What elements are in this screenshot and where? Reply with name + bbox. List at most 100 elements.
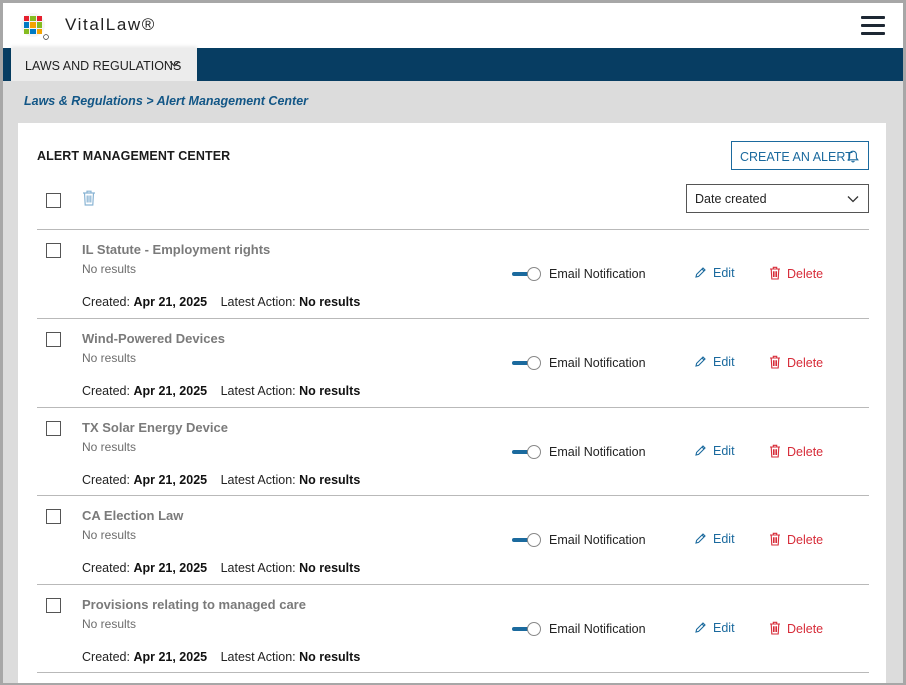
email-notification-label: Email Notification <box>549 356 646 370</box>
alert-meta: Created: Apr 21, 2025 Latest Action: No … <box>82 384 360 398</box>
edit-label: Edit <box>713 444 735 458</box>
latest-action-label: Latest Action: <box>220 384 296 398</box>
delete-label: Delete <box>787 622 824 636</box>
delete-label: Delete <box>787 267 824 281</box>
alert-row: IL Statute - Employment rights No result… <box>18 230 886 318</box>
email-notification-label: Email Notification <box>549 267 646 281</box>
pencil-icon <box>695 445 706 456</box>
pencil-icon <box>695 533 706 544</box>
email-notification-toggle[interactable] <box>512 266 542 282</box>
alert-management-card: ALERT MANAGEMENT CENTER CREATE AN ALERT … <box>18 123 886 683</box>
edit-alert-link[interactable]: Edit <box>694 355 735 369</box>
pencil-icon <box>695 267 706 278</box>
pencil-icon <box>695 356 706 367</box>
trash-icon <box>770 444 780 458</box>
delete-alert-link[interactable]: Delete <box>769 266 823 281</box>
create-alert-button[interactable]: CREATE AN ALERT <box>731 141 869 170</box>
edit-label: Edit <box>713 266 735 280</box>
alert-status: No results <box>82 528 137 542</box>
alert-status: No results <box>82 440 137 454</box>
alert-row-checkbox[interactable] <box>46 509 61 524</box>
alert-title[interactable]: Provisions relating to managed care <box>82 597 306 612</box>
pencil-icon <box>695 622 706 633</box>
edit-alert-link[interactable]: Edit <box>694 621 735 635</box>
email-notification-label: Email Notification <box>549 622 646 636</box>
edit-alert-link[interactable]: Edit <box>694 266 735 280</box>
primary-nav: LAWS AND REGULATIONS <box>3 48 903 81</box>
alert-row: Provisions relating to managed care No r… <box>18 585 886 673</box>
email-notification-toggle[interactable] <box>512 532 542 548</box>
delete-alert-link[interactable]: Delete <box>769 444 823 459</box>
select-all-checkbox[interactable] <box>46 193 61 208</box>
latest-action-value: No results <box>299 295 361 309</box>
latest-action-label: Latest Action: <box>220 650 296 664</box>
trash-icon <box>770 621 780 635</box>
laws-and-regulations-tab[interactable]: LAWS AND REGULATIONS <box>11 48 197 81</box>
alert-row-checkbox[interactable] <box>46 598 61 613</box>
hamburger-menu-icon[interactable] <box>861 16 885 35</box>
alert-row: TX Solar Energy Device No results Create… <box>18 408 886 496</box>
alert-row: Wind-Powered Devices No results Created:… <box>18 319 886 407</box>
delete-label: Delete <box>787 445 824 459</box>
created-date: Apr 21, 2025 <box>133 473 208 487</box>
alert-meta: Created: Apr 21, 2025 Latest Action: No … <box>82 473 360 487</box>
created-date: Apr 21, 2025 <box>133 650 208 664</box>
page-title: ALERT MANAGEMENT CENTER <box>37 149 231 163</box>
edit-label: Edit <box>713 355 735 369</box>
alert-title[interactable]: CA Election Law <box>82 508 183 523</box>
wolters-kluwer-logo-icon[interactable] <box>19 11 49 41</box>
breadcrumb-current: Alert Management Center <box>156 94 309 108</box>
chevron-down-icon <box>847 196 859 203</box>
alert-row-checkbox[interactable] <box>46 332 61 347</box>
created-label: Created: <box>82 473 130 487</box>
email-notification-toggle[interactable] <box>512 355 542 371</box>
delete-alert-link[interactable]: Delete <box>769 621 823 636</box>
top-header: VitalLaw® <box>3 3 903 48</box>
latest-action-label: Latest Action: <box>220 473 296 487</box>
alert-title[interactable]: TX Solar Energy Device <box>82 420 228 435</box>
alert-title[interactable]: Wind-Powered Devices <box>82 331 225 346</box>
latest-action-label: Latest Action: <box>220 295 296 309</box>
alert-title[interactable]: IL Statute - Employment rights <box>82 242 270 257</box>
alert-row-checkbox[interactable] <box>46 421 61 436</box>
email-notification-toggle[interactable] <box>512 621 542 637</box>
created-date: Apr 21, 2025 <box>133 384 208 398</box>
create-alert-label: CREATE AN ALERT <box>740 150 853 164</box>
email-notification-toggle[interactable] <box>512 444 542 460</box>
sort-order-select[interactable]: Date created <box>686 184 869 213</box>
created-label: Created: <box>82 384 130 398</box>
app-frame: VitalLaw® LAWS AND REGULATIONS Laws & Re… <box>3 3 903 683</box>
edit-alert-link[interactable]: Edit <box>694 444 735 458</box>
breadcrumb-root-link[interactable]: Laws & Regulations <box>24 94 143 108</box>
trash-icon <box>770 266 780 280</box>
alert-meta: Created: Apr 21, 2025 Latest Action: No … <box>82 295 360 309</box>
alert-status: No results <box>82 262 137 276</box>
created-label: Created: <box>82 650 130 664</box>
delete-label: Delete <box>787 533 824 547</box>
delete-alert-link[interactable]: Delete <box>769 355 823 370</box>
created-date: Apr 21, 2025 <box>133 561 208 575</box>
breadcrumb-separator: > <box>146 94 154 108</box>
latest-action-label: Latest Action: <box>220 561 296 575</box>
created-label: Created: <box>82 295 130 309</box>
trash-icon <box>770 355 780 369</box>
sort-order-value: Date created <box>695 192 767 206</box>
alert-status: No results <box>82 351 137 365</box>
chevron-down-icon <box>169 61 180 67</box>
list-divider <box>37 672 869 673</box>
bulk-delete-trash-icon[interactable] <box>82 190 96 206</box>
edit-alert-link[interactable]: Edit <box>694 532 735 546</box>
latest-action-value: No results <box>299 561 361 575</box>
latest-action-value: No results <box>299 473 361 487</box>
created-label: Created: <box>82 561 130 575</box>
edit-label: Edit <box>713 621 735 635</box>
delete-alert-link[interactable]: Delete <box>769 532 823 547</box>
latest-action-value: No results <box>299 384 361 398</box>
latest-action-value: No results <box>299 650 361 664</box>
nav-tab-label: LAWS AND REGULATIONS <box>25 59 182 73</box>
created-date: Apr 21, 2025 <box>133 295 208 309</box>
brand-name: VitalLaw® <box>65 15 156 34</box>
alert-row-checkbox[interactable] <box>46 243 61 258</box>
alert-row: CA Election Law No results Created: Apr … <box>18 496 886 584</box>
email-notification-label: Email Notification <box>549 533 646 547</box>
